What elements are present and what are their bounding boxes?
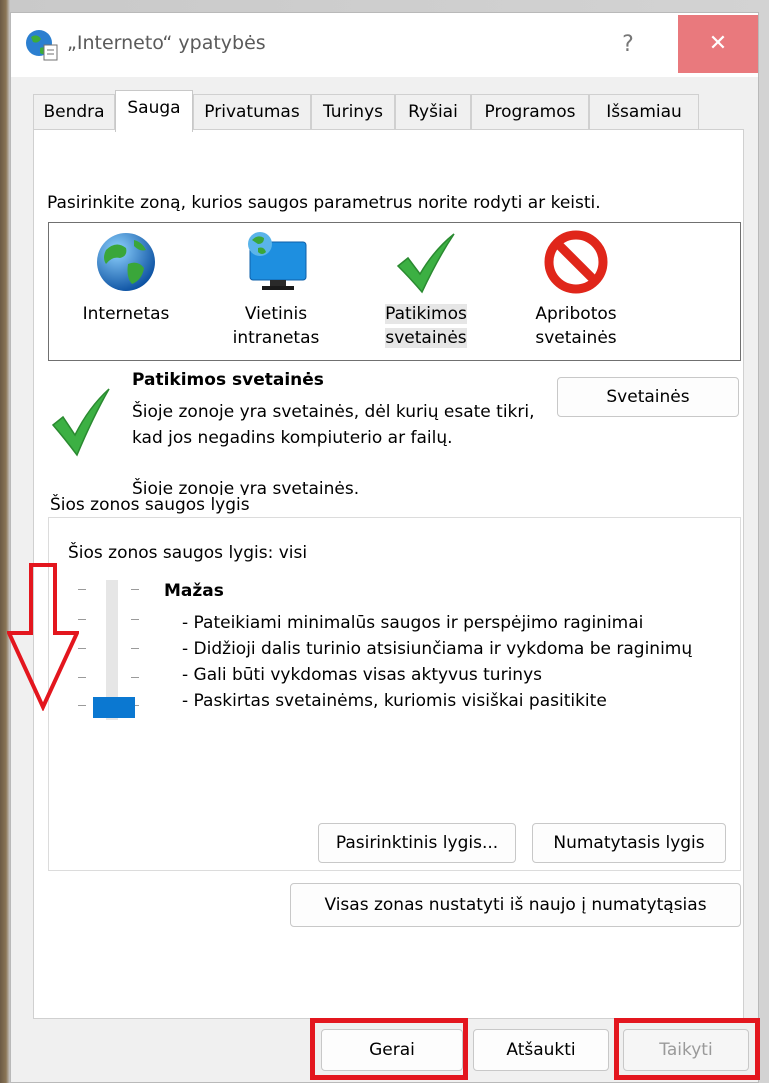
zone-label: Apribotos svetainės: [535, 304, 617, 348]
security-level-slider-thumb[interactable]: [93, 697, 135, 718]
help-button[interactable]: ?: [598, 29, 658, 61]
slider-tick: [131, 589, 139, 590]
zone-trusted-sites[interactable]: Patikimos svetainės: [361, 223, 491, 362]
security-tab-panel: Pasirinkite zoną, kurios saugos parametr…: [33, 129, 744, 1019]
tab-turinys[interactable]: Turinys: [311, 94, 395, 130]
internet-options-icon: [26, 30, 58, 61]
tab-rysiai[interactable]: Ryšiai: [395, 94, 471, 130]
level-line: - Pateikiami minimalūs saugos ir perspėj…: [182, 613, 644, 633]
slider-tick: [131, 648, 139, 649]
red-highlight-ok: [310, 1018, 468, 1080]
tab-privatumas[interactable]: Privatumas: [193, 94, 311, 130]
tab-programos[interactable]: Programos: [471, 94, 589, 130]
zone-label: Patikimos svetainės: [385, 304, 467, 348]
slider-tick: [131, 619, 139, 620]
level-line: - Didžioji dalis turinio atsisiunčiama i…: [182, 639, 693, 659]
zone-instruction: Pasirinkite zoną, kurios saugos parametr…: [47, 193, 601, 213]
internet-options-window: „Interneto“ ypatybės ? ✕ Bendra Sauga Pr…: [10, 12, 759, 1083]
red-highlight-apply: [614, 1018, 760, 1080]
slider-tick: [78, 619, 86, 620]
green-check-icon: [396, 233, 455, 294]
selected-zone-name: Patikimos svetainės: [132, 370, 324, 390]
cancel-button[interactable]: Atšaukti: [473, 1029, 609, 1071]
slider-tick: [78, 677, 86, 678]
custom-level-button[interactable]: Pasirinktinis lygis...: [318, 823, 516, 863]
tab-sauga[interactable]: Sauga: [115, 90, 193, 132]
reset-all-zones-button[interactable]: Visas zonas nustatyti iš naujo į numatyt…: [290, 883, 741, 927]
sites-button[interactable]: Svetainės: [557, 377, 739, 417]
security-level-legend: Šios zonos saugos lygis: [46, 495, 254, 515]
title-bar[interactable]: „Interneto“ ypatybės ? ✕: [11, 13, 758, 77]
window-title: „Interneto“ ypatybės: [67, 32, 266, 54]
zone-list: Internetas Vietinis intranetas Patikimos…: [48, 222, 741, 361]
trusted-sites-check-icon: [51, 388, 110, 457]
zone-local-intranet[interactable]: Vietinis intranetas: [211, 223, 341, 362]
red-down-arrow-annotation: [7, 563, 79, 711]
zone-restricted-sites[interactable]: Apribotos svetainės: [511, 223, 641, 362]
globe-icon: [97, 233, 155, 291]
tab-issamiau[interactable]: Išsamiau: [589, 94, 699, 130]
slider-tick: [78, 589, 86, 590]
security-level-status: Šios zonos saugos lygis: visi: [68, 543, 308, 563]
tab-bendra[interactable]: Bendra: [33, 94, 115, 130]
slider-tick: [78, 705, 86, 706]
zone-label: Vietinis intranetas: [232, 304, 320, 348]
zone-internet[interactable]: Internetas: [61, 223, 191, 362]
prohibited-icon: [544, 230, 608, 294]
security-level-description: - Pateikiami minimalūs saugos ir perspėj…: [182, 610, 692, 714]
level-line: - Paskirtas svetainėms, kuriomis visiška…: [182, 691, 607, 711]
close-button[interactable]: ✕: [678, 15, 758, 73]
security-level-title: Mažas: [164, 581, 224, 601]
zone-label: Internetas: [82, 304, 170, 324]
slider-tick: [131, 677, 139, 678]
intranet-monitor-icon: [248, 232, 307, 290]
selected-zone-description: Šioje zonoje yra svetainės, dėl kurių es…: [132, 402, 535, 448]
slider-tick: [78, 648, 86, 649]
default-level-button[interactable]: Numatytasis lygis: [532, 823, 726, 863]
level-line: - Gali būti vykdomas visas aktyvus turin…: [182, 665, 542, 685]
